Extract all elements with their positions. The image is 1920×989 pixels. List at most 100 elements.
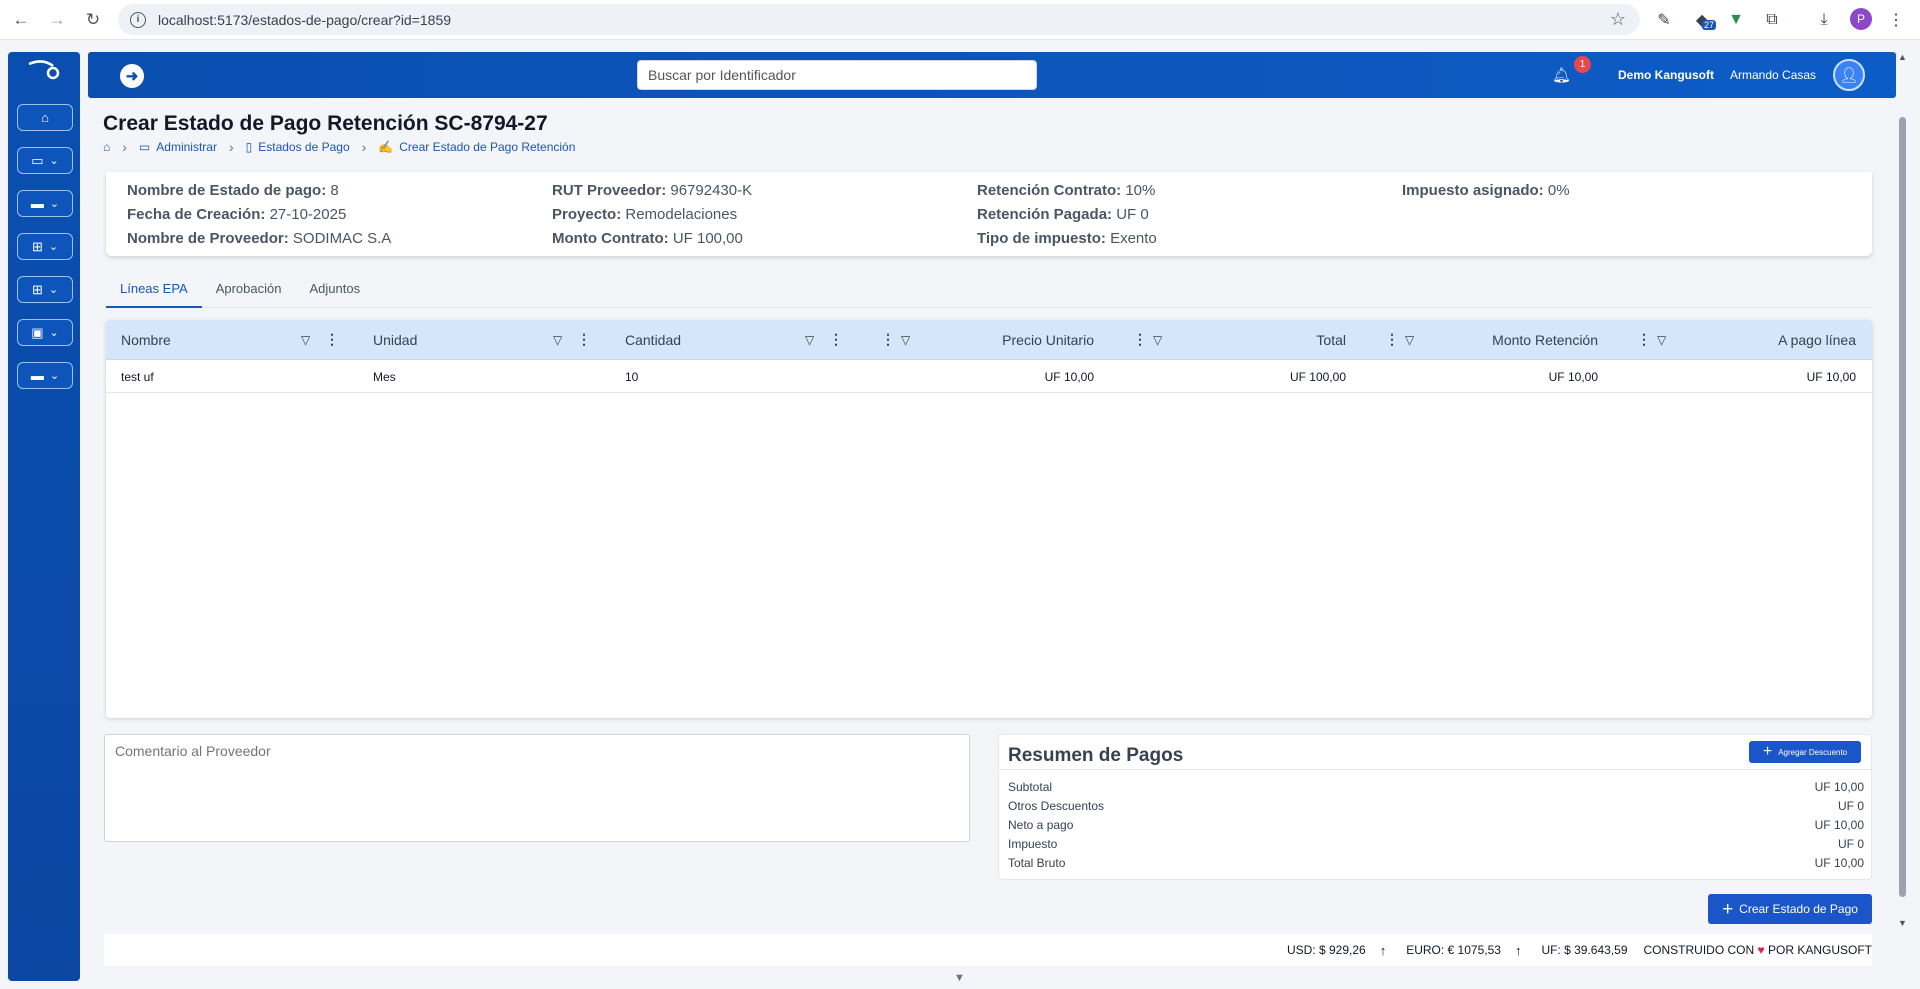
- table-row[interactable]: test uf Mes 10 UF 10,00 UF 100,00 UF 10,…: [106, 361, 1872, 393]
- info-item: Retención Contrato: 10%: [977, 182, 1156, 199]
- sidebar: ⌂ ▭ ⌄ ▬ ⌄ ⊞ ⌄ ⊞ ⌄ ▣ ⌄ ▬ ⌄: [8, 52, 80, 981]
- site-info-icon[interactable]: i: [130, 11, 146, 28]
- sidebar-home-button[interactable]: ⌂: [17, 104, 73, 131]
- scrollbar-thumb[interactable]: [1899, 117, 1906, 897]
- scroll-down-icon[interactable]: ▼: [954, 972, 965, 984]
- info-item: Fecha de Creación: 27-10-2025: [127, 206, 347, 223]
- url-text: localhost:5173/estados-de-pago/crear?id=…: [158, 11, 452, 28]
- column-header-total[interactable]: Total: [1168, 320, 1346, 360]
- column-menu-icon[interactable]: ⋮: [1385, 331, 1399, 348]
- column-header-monto-retencion[interactable]: Monto Retención: [1420, 320, 1598, 360]
- column-menu-icon[interactable]: ⋮: [1637, 331, 1651, 348]
- comment-textarea[interactable]: [104, 734, 970, 842]
- cell-monto-retencion: UF 10,00: [1548, 370, 1598, 384]
- search-input[interactable]: [637, 60, 1037, 90]
- folder-icon: ▬: [30, 196, 44, 211]
- id-card-icon: ▣: [31, 324, 44, 340]
- hierarchy-icon: ⊞: [31, 281, 43, 297]
- uf-rate: UF: $ 39.643,59: [1541, 943, 1628, 957]
- vertical-scrollbar[interactable]: ▲ ▼: [1896, 52, 1910, 932]
- forward-icon[interactable]: →: [42, 5, 72, 35]
- download-icon[interactable]: ⤓: [1812, 8, 1836, 32]
- home-icon[interactable]: ⌂: [103, 140, 110, 154]
- plus-icon: +: [1762, 743, 1773, 760]
- column-menu-icon[interactable]: ⋮: [829, 331, 843, 348]
- extension-icon[interactable]: ◆27: [1690, 8, 1717, 32]
- column-header-cantidad[interactable]: Cantidad: [625, 320, 681, 360]
- info-item: Impuesto asignado: 0%: [1402, 182, 1570, 199]
- payment-summary: Resumen de Pagos + Agregar Descuento Subt…: [998, 734, 1872, 880]
- table-header: Nombre ▽ ⋮ Unidad ▽ ⋮ Cantidad ▽ ⋮ ⋮ ▽ P…: [106, 320, 1872, 360]
- info-item: Nombre de Estado de pago: 8: [127, 182, 339, 199]
- bookmark-star-icon[interactable]: ☆: [1610, 9, 1626, 30]
- column-menu-icon[interactable]: ⋮: [577, 331, 591, 348]
- scroll-up-icon[interactable]: ▲: [1898, 52, 1907, 62]
- create-payment-button[interactable]: + Crear Estado de Pago: [1708, 894, 1872, 924]
- column-header-precio-unitario[interactable]: Precio Unitario: [916, 320, 1094, 360]
- column-header-a-pago-linea[interactable]: A pago línea: [1672, 320, 1856, 360]
- address-bar[interactable]: i localhost:5173/estados-de-pago/crear?i…: [118, 4, 1640, 35]
- filter-icon[interactable]: ▽: [805, 333, 814, 347]
- footer: USD: $ 929,26 ↑ EURO: € 1075,53 ↑ UF: $ 39…: [104, 934, 1872, 966]
- filter-icon[interactable]: ▽: [901, 333, 910, 347]
- reload-icon[interactable]: ↻: [78, 5, 108, 35]
- sidebar-folder-menu-2[interactable]: ▬ ⌄: [17, 362, 73, 389]
- column-menu-icon[interactable]: ⋮: [881, 331, 895, 348]
- chevron-down-icon: ⌄: [49, 327, 59, 339]
- cell-cantidad: 10: [625, 370, 639, 384]
- tab-aprobacion[interactable]: Aprobación: [202, 270, 296, 308]
- arrow-right-circle-icon[interactable]: ➜: [120, 64, 144, 88]
- profile-avatar[interactable]: P: [1850, 8, 1872, 30]
- user-name[interactable]: Armando Casas: [1730, 68, 1816, 82]
- document-icon: ▯: [245, 140, 253, 154]
- add-discount-button[interactable]: + Agregar Descuento: [1749, 741, 1861, 763]
- column-menu-icon[interactable]: ⋮: [325, 331, 339, 348]
- summary-row: Impuesto UF 0: [1008, 837, 1864, 851]
- filter-icon[interactable]: ▽: [1657, 333, 1666, 347]
- monitor-icon: ▭: [31, 152, 44, 168]
- sidebar-monitor-menu[interactable]: ▭ ⌄: [17, 147, 73, 174]
- info-column-4: Impuesto asignado: 0%: [1402, 179, 1570, 203]
- arrow-up-icon: ↑: [1514, 942, 1522, 958]
- browser-toolbar: ← → ↻ i localhost:5173/estados-de-pago/c…: [0, 0, 1920, 40]
- tab-lineas-epa[interactable]: Líneas EPA: [106, 270, 202, 308]
- scroll-down-icon[interactable]: ▼: [1898, 918, 1907, 928]
- user-avatar[interactable]: 👤︎: [1833, 59, 1865, 91]
- breadcrumb: ⌂ › ▭ Administrar › ▯ Estados de Pago › …: [103, 139, 575, 155]
- column-header-nombre[interactable]: Nombre: [121, 320, 171, 360]
- sidebar-id-card-menu[interactable]: ▣ ⌄: [17, 319, 73, 346]
- user-edit-icon: ✍: [378, 140, 394, 154]
- chevron-down-icon: ⌄: [49, 370, 60, 382]
- filter-icon[interactable]: ▽: [301, 333, 310, 347]
- company-name[interactable]: Demo Kangusoft: [1618, 68, 1714, 82]
- info-item: Monto Contrato: UF 100,00: [552, 230, 743, 247]
- breadcrumb-estados-de-pago[interactable]: Estados de Pago: [258, 140, 349, 154]
- chevron-down-icon: ⌄: [48, 284, 59, 296]
- browser-menu-icon[interactable]: ⋮: [1884, 8, 1908, 32]
- kangusoft-logo[interactable]: [24, 58, 64, 84]
- filter-icon[interactable]: ▽: [1405, 333, 1414, 347]
- sidebar-folder-menu[interactable]: ▬ ⌄: [17, 190, 73, 217]
- column-header-unidad[interactable]: Unidad: [373, 320, 417, 360]
- info-item: Nombre de Proveedor: SODIMAC S.A: [127, 230, 392, 247]
- breadcrumb-current: Crear Estado de Pago Retención: [399, 140, 576, 154]
- back-icon[interactable]: ←: [6, 5, 36, 35]
- divider: [999, 769, 1871, 770]
- sidebar-hierarchy-menu[interactable]: ⊞ ⌄: [17, 233, 73, 260]
- vue-extension-icon[interactable]: ▼: [1724, 8, 1748, 32]
- filter-icon[interactable]: ▽: [1153, 333, 1162, 347]
- info-column-2: RUT Proveedor: 96792430-K Proyecto: Remo…: [552, 179, 752, 251]
- cell-unidad: Mes: [373, 370, 396, 384]
- tab-adjuntos[interactable]: Adjuntos: [295, 270, 374, 308]
- bell-icon[interactable]: 🔔︎: [1552, 66, 1571, 84]
- info-column-1: Nombre de Estado de pago: 8 Fecha de Cre…: [127, 179, 391, 251]
- euro-rate: EURO: € 1075,53: [1406, 943, 1501, 957]
- extension-badge: 27: [1702, 20, 1717, 30]
- breadcrumb-administrar[interactable]: Administrar: [156, 140, 217, 154]
- column-menu-icon[interactable]: ⋮: [1133, 331, 1147, 348]
- filter-icon[interactable]: ▽: [553, 333, 562, 347]
- puzzle-extensions-icon[interactable]: ⧉: [1760, 8, 1784, 32]
- summary-row: Otros Descuentos UF 0: [1008, 799, 1864, 813]
- sidebar-hierarchy-menu-2[interactable]: ⊞ ⌄: [17, 276, 73, 303]
- eyedropper-extension-icon[interactable]: ✎: [1652, 8, 1676, 32]
